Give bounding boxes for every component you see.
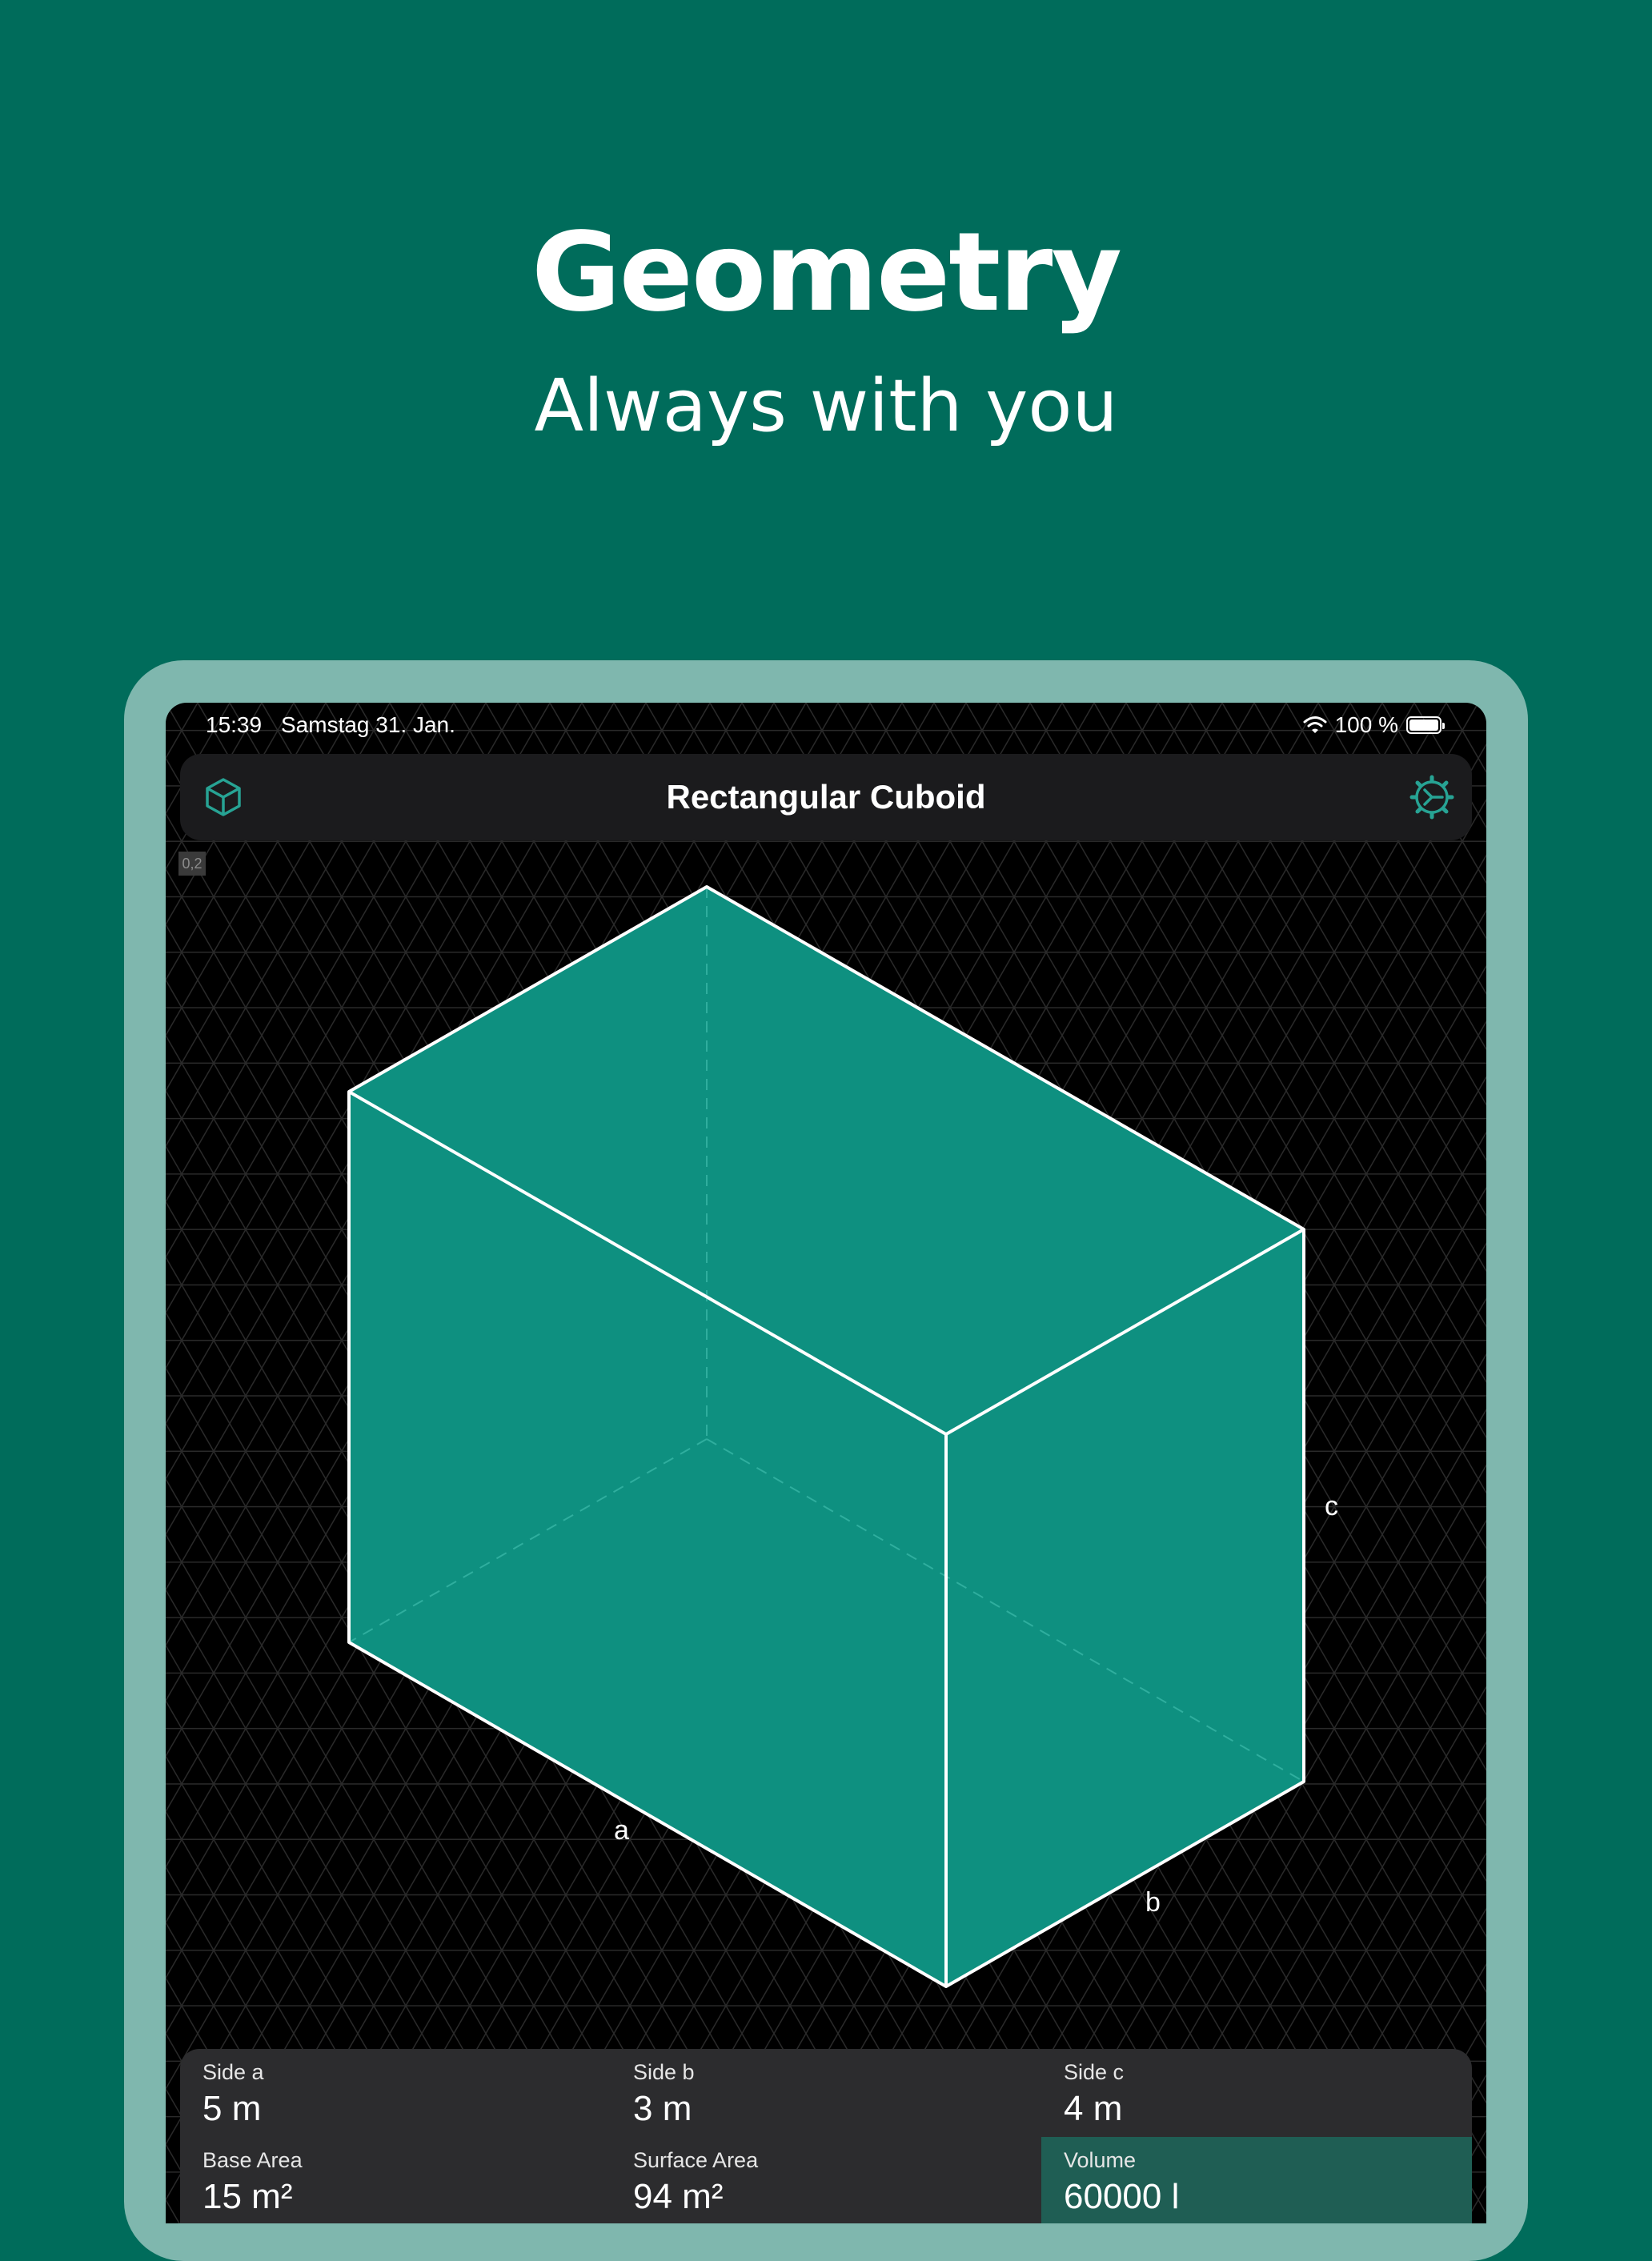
side-a-label: Side a bbox=[202, 2060, 264, 2084]
app-screen: 15:39 Samstag 31. Jan. 100 % Rectangular… bbox=[166, 703, 1486, 2223]
base-area-value: 15 m² bbox=[202, 2177, 293, 2216]
results-panel: Side a 5 m Side b 3 m Side c 4 m Base Ar… bbox=[180, 2049, 1472, 2223]
cuboid-drawing[interactable]: a b c bbox=[166, 703, 1486, 2223]
cell-side-a[interactable]: Side a 5 m bbox=[180, 2049, 611, 2137]
cell-side-c[interactable]: Side c 4 m bbox=[1041, 2049, 1472, 2137]
label-side-a: a bbox=[614, 1815, 629, 1846]
side-c-value: 4 m bbox=[1064, 2089, 1123, 2128]
label-side-c: c bbox=[1325, 1491, 1338, 1521]
cuboid-fill bbox=[349, 887, 1304, 1986]
side-b-value: 3 m bbox=[633, 2089, 692, 2128]
volume-label: Volume bbox=[1064, 2148, 1137, 2172]
side-b-label: Side b bbox=[633, 2060, 695, 2084]
hero-title: Geometry bbox=[531, 210, 1122, 336]
surface-area-value: 94 m² bbox=[633, 2177, 724, 2216]
label-side-b: b bbox=[1145, 1887, 1161, 1918]
side-a-value: 5 m bbox=[202, 2089, 262, 2128]
hero-subtitle: Always with you bbox=[534, 364, 1118, 448]
cell-volume[interactable]: Volume 60000 l bbox=[1041, 2137, 1472, 2223]
cell-base-area[interactable]: Base Area 15 m² bbox=[180, 2137, 611, 2223]
base-area-label: Base Area bbox=[202, 2148, 303, 2172]
cell-surface-area[interactable]: Surface Area 94 m² bbox=[611, 2137, 1041, 2223]
surface-area-label: Surface Area bbox=[633, 2148, 759, 2172]
side-c-label: Side c bbox=[1064, 2060, 1125, 2084]
volume-value: 60000 l bbox=[1064, 2177, 1180, 2216]
cell-side-b[interactable]: Side b 3 m bbox=[611, 2049, 1041, 2137]
